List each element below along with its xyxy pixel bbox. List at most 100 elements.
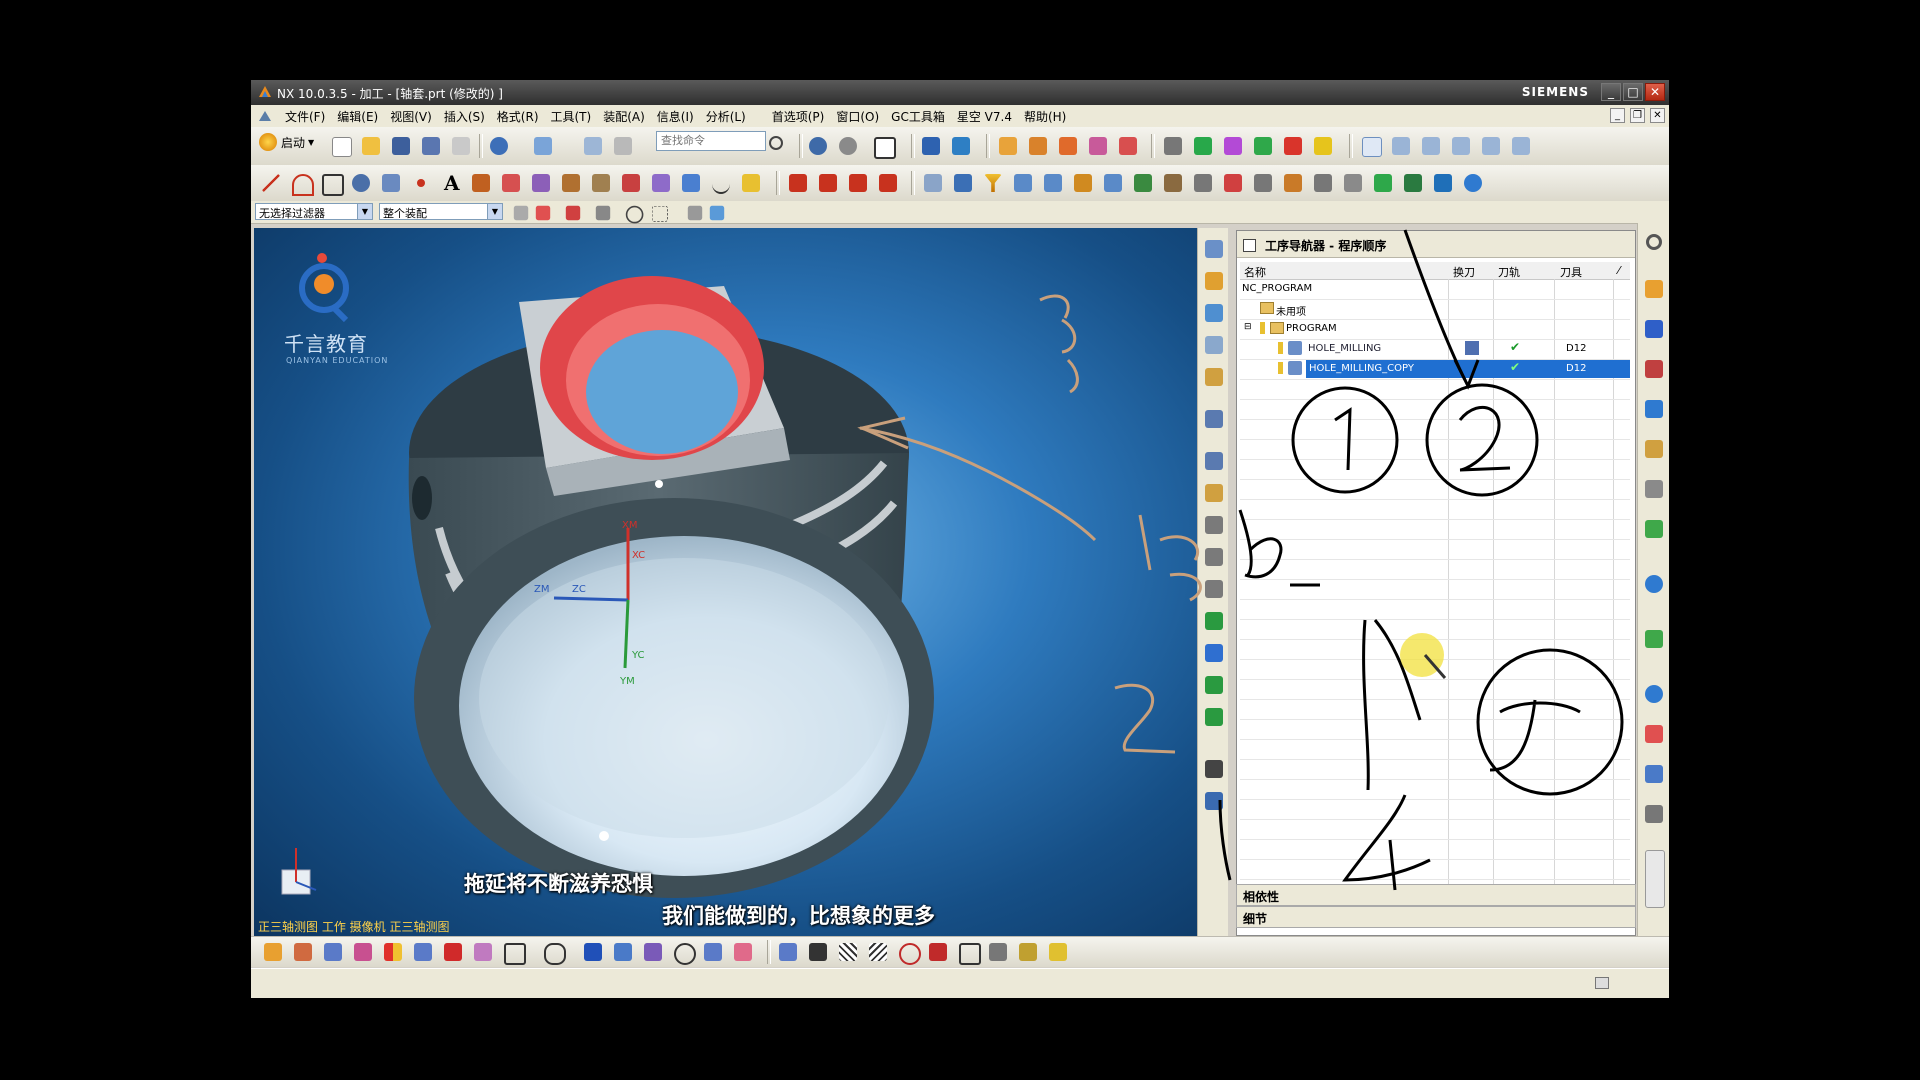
rectangle-select-icon[interactable] [501,940,526,965]
speeds-feeds-icon[interactable] [1016,940,1040,964]
edit-object-icon[interactable] [581,134,605,158]
undo-icon[interactable] [487,134,511,158]
point-icon[interactable] [949,134,973,158]
deselect-icon[interactable] [685,203,704,222]
extract-curve-icon[interactable] [649,171,673,195]
bridge-curve-icon[interactable] [589,171,613,195]
create-method-icon[interactable] [351,940,375,964]
window-icon[interactable] [531,134,555,158]
create-geometry-icon[interactable] [321,940,345,964]
line-icon[interactable] [259,171,283,195]
non-cutting-moves-icon[interactable] [1041,171,1065,195]
operation-navigator-icon[interactable] [1203,238,1225,260]
hatch-icon[interactable] [836,940,860,964]
manufacturing-wizard-icon[interactable] [1643,803,1665,825]
minimize-button[interactable]: _ [1601,83,1621,101]
dependencies-panel-header[interactable]: 相依性 ⌄ [1236,884,1636,906]
hook-icon[interactable] [701,940,725,964]
arrange-icon[interactable] [1203,790,1225,812]
column-header-tool[interactable]: 刀具 [1560,264,1582,280]
method-icon[interactable] [1203,366,1225,388]
reuse-library-icon[interactable] [1643,398,1665,420]
type-filter-select[interactable]: 无选择过滤器 ▼ [255,203,373,220]
join-curve-icon[interactable] [619,171,643,195]
menu-view[interactable]: 视图(V) [384,108,438,125]
offset-curve-icon[interactable] [469,171,493,195]
hatch-alt-icon[interactable] [866,940,890,964]
menu-preferences[interactable]: 首选项(P) [766,108,831,125]
parameters-icon[interactable] [1203,578,1225,600]
curve-icon[interactable] [926,940,950,964]
column-header-more[interactable]: ⁄ [1618,264,1620,277]
curve-rule-icon[interactable] [533,203,552,222]
circle-icon[interactable] [671,940,696,965]
text-icon[interactable]: A [439,171,463,195]
project-curve-icon[interactable] [499,171,523,195]
wrap-curve-icon[interactable] [739,171,763,195]
save-as-icon[interactable] [419,134,443,158]
center-point-icon[interactable] [623,203,644,224]
machine-icon[interactable] [1203,270,1225,292]
menu-help[interactable]: 帮助(H) [1018,108,1072,125]
brush-icon[interactable] [1046,940,1070,964]
pin-checkbox[interactable] [1243,239,1256,252]
shop-doc-icon[interactable] [1101,171,1125,195]
check-status-icon[interactable] [1203,610,1225,632]
machine-simulation-icon[interactable] [1251,171,1275,195]
details-panel-header[interactable]: 细节 ⌄ [1236,906,1636,928]
create-program-icon[interactable] [261,940,285,964]
save-icon[interactable] [389,134,413,158]
tool-icon[interactable] [1203,302,1225,324]
tool-library-icon[interactable] [411,940,435,964]
create-operation-icon[interactable] [1116,134,1140,158]
menu-gc-toolbox[interactable]: GC工具箱 [885,108,951,125]
menu-window[interactable]: 窗口(O) [830,108,885,125]
start-button[interactable]: 启动 ▼ [259,131,314,153]
menu-tools[interactable]: 工具(T) [545,108,598,125]
hd3d-tools-icon[interactable] [1643,438,1665,460]
fillet-curve-icon[interactable] [876,171,900,195]
constraint-navigator-icon[interactable] [1643,318,1665,340]
history-icon[interactable] [1643,628,1665,650]
machine-navigator-icon[interactable] [1643,478,1665,500]
method-view-icon[interactable] [1449,134,1473,158]
assembly-navigator-icon[interactable] [1643,278,1665,300]
box-select-icon[interactable] [649,203,668,222]
quick-pick-icon[interactable] [593,203,612,222]
snap-point-icon[interactable] [563,203,582,222]
curve-length-icon[interactable] [846,171,870,195]
menu-analysis[interactable]: 分析(L) [700,108,752,125]
tool-path-display-icon[interactable] [776,940,800,964]
calculator-icon[interactable] [1431,171,1455,195]
tree-row-nc-program[interactable]: NC_PROGRAM [1240,279,1630,300]
program-order-view-icon[interactable] [1359,134,1383,158]
generate-icon[interactable] [1191,134,1215,158]
orient-view-icon[interactable] [806,134,830,158]
clock-icon[interactable] [1461,171,1485,195]
tree-row-hole-milling[interactable]: HOLE_MILLING ✔ D12 [1240,339,1630,360]
flag-icon[interactable] [1203,758,1225,780]
menu-format[interactable]: 格式(R) [491,108,545,125]
menu-xingkong[interactable]: 星空 V7.4 [951,108,1018,125]
palette-icon[interactable] [1643,723,1665,745]
target-icon[interactable] [896,940,921,965]
new-file-icon[interactable] [329,134,353,158]
geometry-view-icon[interactable] [1419,134,1443,158]
column-header-name[interactable]: 名称 [1244,264,1266,280]
datum-icon[interactable] [641,940,665,964]
settings-gear-icon[interactable] [1643,231,1665,253]
trim-curve-icon[interactable] [786,171,810,195]
sequence-icon[interactable] [806,940,830,964]
sequence-icon[interactable] [1203,482,1225,504]
spiral-icon[interactable] [349,171,373,195]
shape-icon[interactable] [471,940,495,964]
mirror-curve-icon[interactable] [679,171,703,195]
divide-curve-icon[interactable] [816,171,840,195]
bushing-part-model[interactable]: XM XC ZM ZC YC YM [254,228,1197,936]
column-header-toolpath[interactable]: 刀轨 [1498,264,1520,280]
general-selection-icon[interactable] [511,203,530,222]
polygon-icon[interactable] [541,940,566,965]
output-icon[interactable] [1203,706,1225,728]
tool-path-list-icon[interactable] [951,171,975,195]
verify-toolpath-icon[interactable] [1203,642,1225,664]
